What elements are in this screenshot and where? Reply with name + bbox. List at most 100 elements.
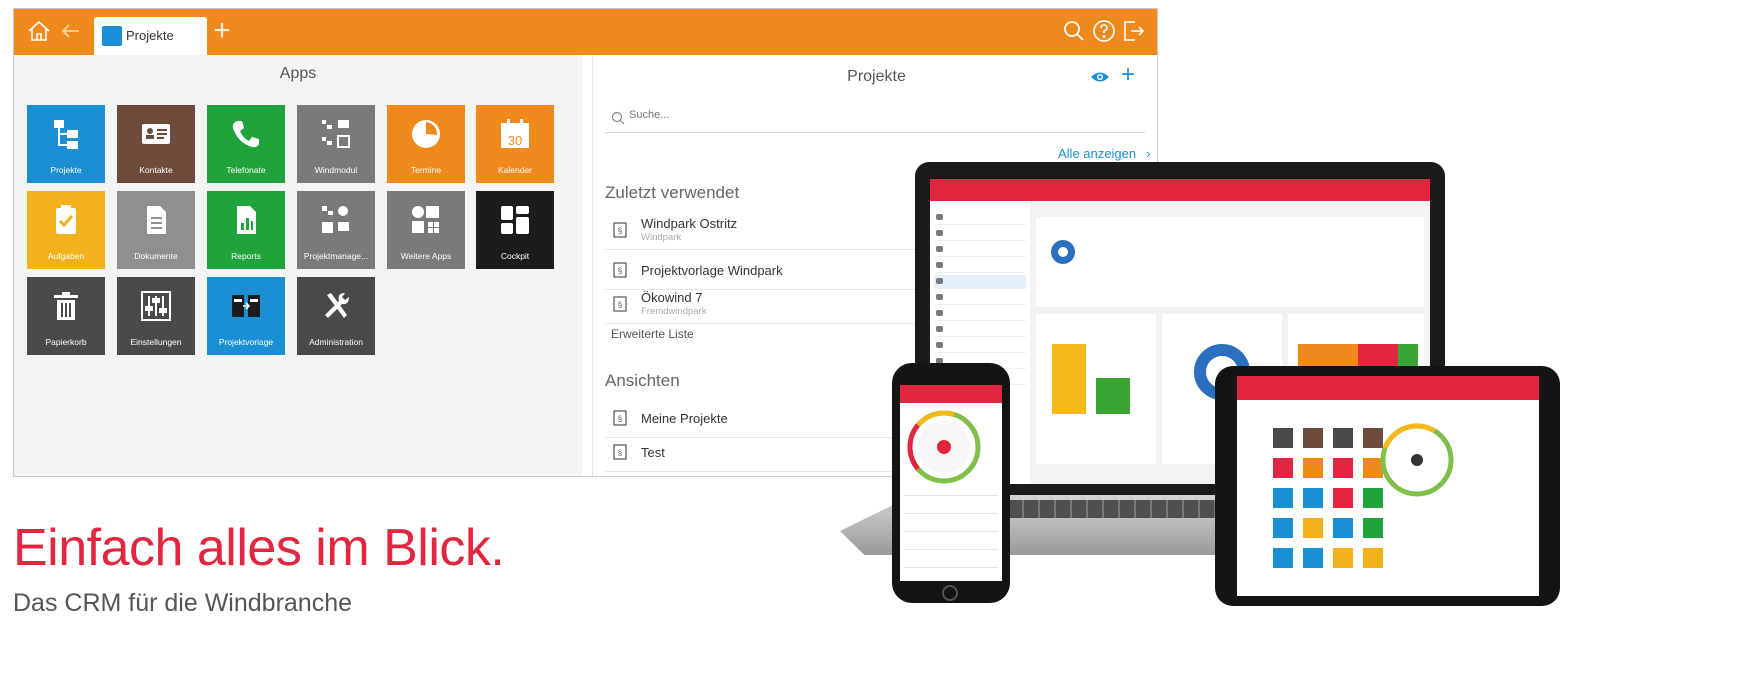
trash-icon [49, 289, 83, 323]
app-tile-reports[interactable]: Reports [207, 191, 285, 269]
svg-text:§: § [618, 449, 622, 458]
divider [904, 513, 998, 514]
apps-title: Apps [279, 65, 317, 82]
phone-screen [900, 385, 1002, 581]
phone-home-button [942, 585, 958, 601]
clipboard-check-icon [49, 203, 83, 237]
radial-menu [1380, 423, 1454, 497]
tablet-tile [1333, 548, 1353, 568]
tools-icon [319, 289, 353, 323]
chart-bar [1052, 344, 1086, 414]
phone-topbar [900, 385, 1002, 403]
app-tile-windmodul[interactable]: Windmodul [297, 105, 375, 183]
logout-icon[interactable] [1120, 18, 1146, 44]
tile-label: Aufgaben [47, 251, 85, 261]
app-tile-cockpit[interactable]: Cockpit [476, 191, 554, 269]
divider [904, 567, 998, 568]
app-tile-aufgaben[interactable]: Aufgaben [27, 191, 105, 269]
add-project-button[interactable]: + [1121, 61, 1135, 89]
document-icon: § [613, 222, 627, 238]
apps-panel: Apps Projekte Kontakte Telefonate Windmodul… [14, 55, 582, 476]
views-heading: Ansichten [605, 371, 680, 390]
phone-device [892, 363, 1010, 603]
laptop-topbar [930, 179, 1430, 201]
report-chart-icon [229, 203, 263, 237]
phone-icon [229, 117, 263, 151]
app-tile-dokumente[interactable]: Dokumente [117, 191, 195, 269]
tablet-tile [1303, 548, 1323, 568]
tile-label: Weitere Apps [400, 251, 452, 261]
item-title: Windpark Ostritz [641, 216, 738, 231]
slogan-headline: Einfach alles im Blick. [13, 519, 505, 577]
chevron-right-icon: › [1146, 146, 1151, 161]
app-tile-projekte[interactable]: Projekte [27, 105, 105, 183]
list-item [934, 211, 1026, 225]
sliders-icon [139, 289, 173, 323]
more-apps-icon [409, 203, 443, 237]
document-icon: § [613, 410, 627, 426]
tile-label: Papierkorb [45, 337, 87, 347]
clock-icon [409, 117, 443, 151]
add-tab-button[interactable]: + [209, 16, 235, 47]
home-icon[interactable] [26, 18, 52, 44]
recent-heading: Zuletzt verwendet [605, 183, 740, 202]
item-title: Meine Projekte [641, 411, 728, 426]
app-tile-termine[interactable]: Termine [387, 105, 465, 183]
contact-card-icon [139, 117, 173, 151]
tablet-topbar [1237, 376, 1539, 400]
search-input[interactable] [629, 109, 1109, 121]
laptop-sales-chart-card [1036, 314, 1156, 464]
app-tile-papierkorb[interactable]: Papierkorb [27, 277, 105, 355]
tablet-tile [1273, 488, 1293, 508]
calendar-icon: 30 [498, 117, 532, 151]
search-icon[interactable] [1061, 18, 1087, 44]
back-arrow-icon[interactable] [58, 18, 84, 44]
show-all-link[interactable]: Alle anzeigen › [1058, 146, 1150, 161]
divider [904, 549, 998, 550]
tile-label: Kalender [497, 165, 533, 175]
tablet-tile [1303, 518, 1323, 538]
svg-text:§: § [618, 227, 622, 236]
eye-icon[interactable] [1090, 69, 1110, 85]
tile-label: Dokumente [134, 251, 178, 261]
app-tile-kalender[interactable]: 30 Kalender [476, 105, 554, 183]
app-tile-kontakte[interactable]: Kontakte [117, 105, 195, 183]
list-item [934, 323, 1026, 337]
list-item [934, 243, 1026, 257]
app-tile-einstellungen[interactable]: Einstellungen [117, 277, 195, 355]
item-title: Ökowind 7 [641, 290, 703, 305]
divider [904, 495, 998, 496]
tab-projekte[interactable]: Projekte [94, 17, 207, 55]
company-logo-icon [1051, 240, 1075, 264]
item-title: Test [641, 445, 665, 460]
show-all-label: Alle anzeigen [1058, 146, 1137, 161]
tile-label: Cockpit [500, 251, 530, 261]
tablet-tile [1333, 428, 1353, 448]
tablet-tile [1333, 488, 1353, 508]
search-field[interactable] [605, 105, 1145, 133]
app-tile-projektvorlage[interactable]: Projektvorlage [207, 277, 285, 355]
tile-label: Windmodul [314, 165, 358, 175]
projects-title: Projekte [847, 68, 906, 85]
app-tile-projektmanage[interactable]: Projektmanage... [297, 191, 375, 269]
extended-list-link[interactable]: Erweiterte Liste [611, 327, 694, 341]
item-title: Projektvorlage Windpark [641, 263, 783, 278]
document-icon [139, 203, 173, 237]
item-subtitle: Fremdwindpark [641, 306, 707, 317]
help-icon[interactable] [1091, 18, 1117, 44]
app-tile-weitere-apps[interactable]: Weitere Apps [387, 191, 465, 269]
template-icon [229, 289, 263, 323]
list-item [934, 291, 1026, 305]
tablet-tile [1333, 458, 1353, 478]
list-item [934, 307, 1026, 321]
app-tile-administration[interactable]: Administration [297, 277, 375, 355]
app-tile-telefonate[interactable]: Telefonate [207, 105, 285, 183]
tablet-screen [1237, 376, 1539, 596]
tablet-device [1215, 366, 1560, 606]
tablet-tile [1303, 458, 1323, 478]
tablet-tile [1273, 458, 1293, 478]
tablet-tile [1333, 518, 1353, 538]
tile-label: Projekte [50, 165, 82, 175]
svg-text:§: § [618, 301, 622, 310]
tablet-tile [1273, 518, 1293, 538]
